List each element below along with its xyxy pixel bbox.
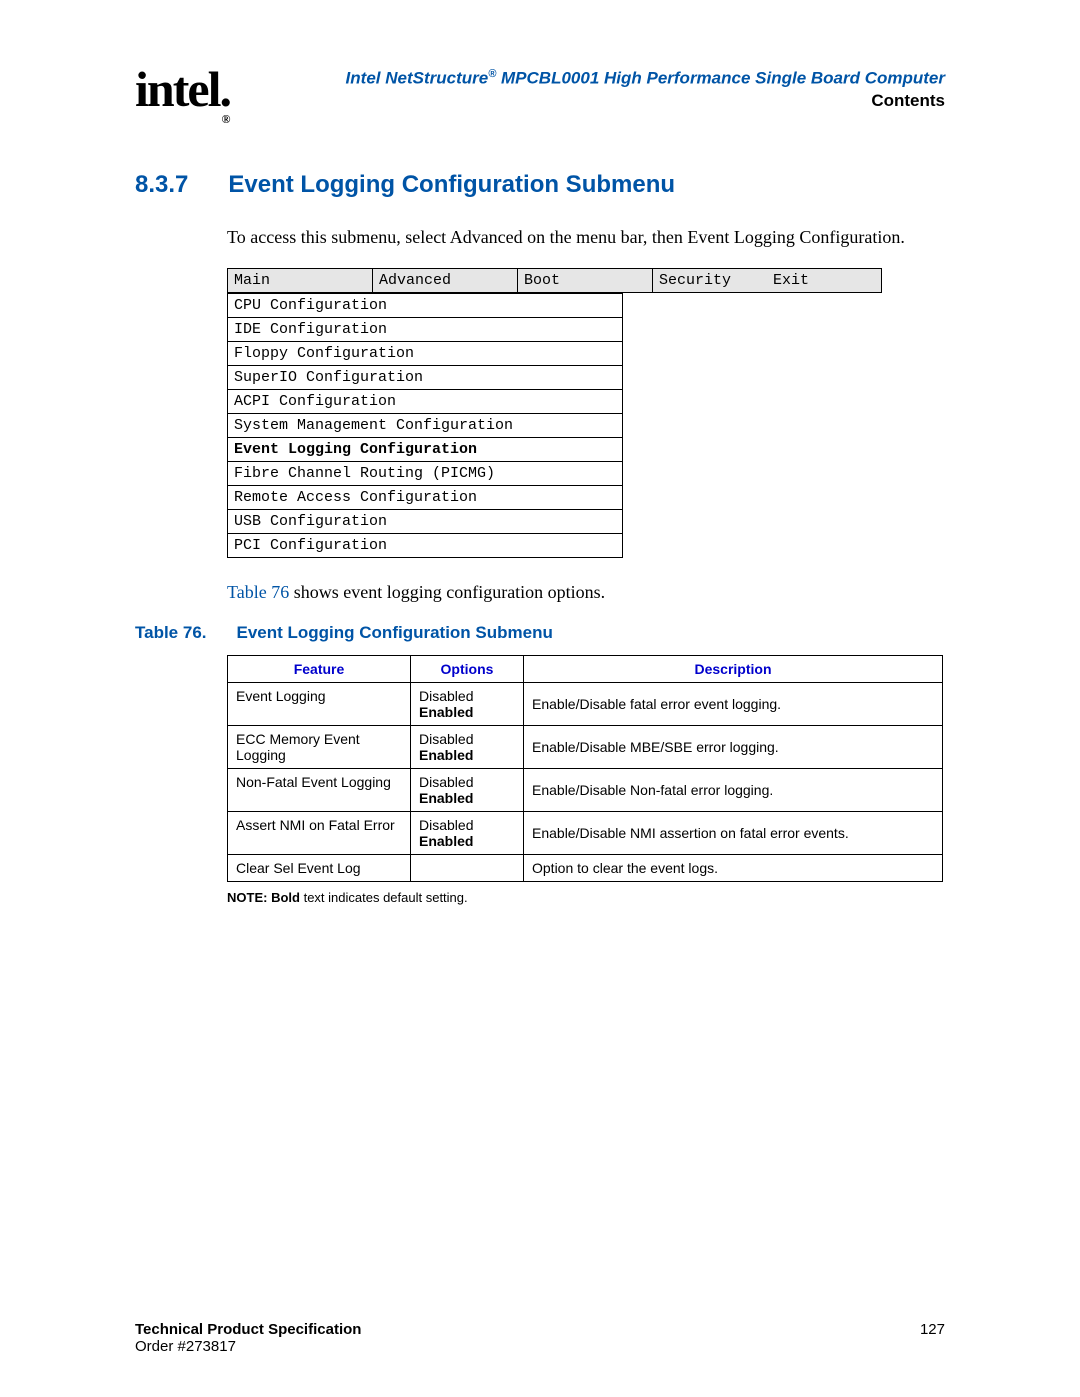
col-feature: Feature xyxy=(228,656,411,683)
description-cell: Option to clear the event logs. xyxy=(524,855,943,882)
feature-cell: ECC Memory Event Logging xyxy=(228,726,411,769)
footer-page-number: 127 xyxy=(920,1321,945,1355)
footer-spec-label: Technical Product Specification xyxy=(135,1321,361,1338)
section-title: Event Logging Configuration Submenu xyxy=(228,171,675,199)
submenu-item: CPU Configuration xyxy=(228,294,623,318)
section-heading: 8.3.7 Event Logging Configuration Submen… xyxy=(135,171,945,199)
submenu-item: Floppy Configuration xyxy=(228,342,623,366)
submenu-item: System Management Configuration xyxy=(228,414,623,438)
options-cell: DisabledEnabled xyxy=(411,769,524,812)
submenu-item: SuperIO Configuration xyxy=(228,366,623,390)
page-header: intel.® Intel NetStructure® MPCBL0001 Hi… xyxy=(135,60,945,121)
intro-paragraph: To access this submenu, select Advanced … xyxy=(227,227,945,248)
submenu-item: USB Configuration xyxy=(228,510,623,534)
menu-tab-security: Security xyxy=(653,269,768,293)
description-cell: Enable/Disable fatal error event logging… xyxy=(524,683,943,726)
table-76-link[interactable]: Table 76 xyxy=(227,582,289,602)
table-caption-title: Event Logging Configuration Submenu xyxy=(237,623,553,643)
table-reference-text: Table 76 shows event logging configurati… xyxy=(227,582,945,603)
feature-cell: Event Logging xyxy=(228,683,411,726)
menu-tab-boot: Boot xyxy=(518,269,653,293)
bios-menu-bar: Main Advanced Boot Security Exit xyxy=(227,268,882,293)
footer-order-number: Order #273817 xyxy=(135,1338,361,1355)
options-cell: DisabledEnabled xyxy=(411,812,524,855)
options-cell xyxy=(411,855,524,882)
submenu-item: Fibre Channel Routing (PICMG) xyxy=(228,462,623,486)
menu-tab-advanced: Advanced xyxy=(373,269,518,293)
col-description: Description xyxy=(524,656,943,683)
menu-tab-exit: Exit xyxy=(767,269,882,293)
table-caption: Table 76. Event Logging Configuration Su… xyxy=(135,623,945,643)
contents-link[interactable]: Contents xyxy=(244,91,945,111)
feature-cell: Non-Fatal Event Logging xyxy=(228,769,411,812)
intel-logo: intel.® xyxy=(135,60,244,121)
options-cell: DisabledEnabled xyxy=(411,726,524,769)
feature-table: Feature Options Description Event Loggin… xyxy=(227,655,943,882)
document-title: Intel NetStructure® MPCBL0001 High Perfo… xyxy=(244,68,945,89)
submenu-item: Remote Access Configuration xyxy=(228,486,623,510)
submenu-item: ACPI Configuration xyxy=(228,390,623,414)
description-cell: Enable/Disable NMI assertion on fatal er… xyxy=(524,812,943,855)
table-caption-label: Table 76. xyxy=(135,623,207,643)
col-options: Options xyxy=(411,656,524,683)
description-cell: Enable/Disable Non-fatal error logging. xyxy=(524,769,943,812)
submenu-item: Event Logging Configuration xyxy=(228,438,623,462)
section-number: 8.3.7 xyxy=(135,171,188,199)
description-cell: Enable/Disable MBE/SBE error logging. xyxy=(524,726,943,769)
bios-submenu-list: CPU ConfigurationIDE ConfigurationFloppy… xyxy=(227,293,623,558)
feature-cell: Clear Sel Event Log xyxy=(228,855,411,882)
menu-tab-main: Main xyxy=(228,269,373,293)
options-cell: DisabledEnabled xyxy=(411,683,524,726)
table-note: NOTE: Bold text indicates default settin… xyxy=(227,890,945,905)
page-footer: Technical Product Specification Order #2… xyxy=(135,1321,945,1355)
submenu-item: IDE Configuration xyxy=(228,318,623,342)
feature-cell: Assert NMI on Fatal Error xyxy=(228,812,411,855)
submenu-item: PCI Configuration xyxy=(228,534,623,558)
